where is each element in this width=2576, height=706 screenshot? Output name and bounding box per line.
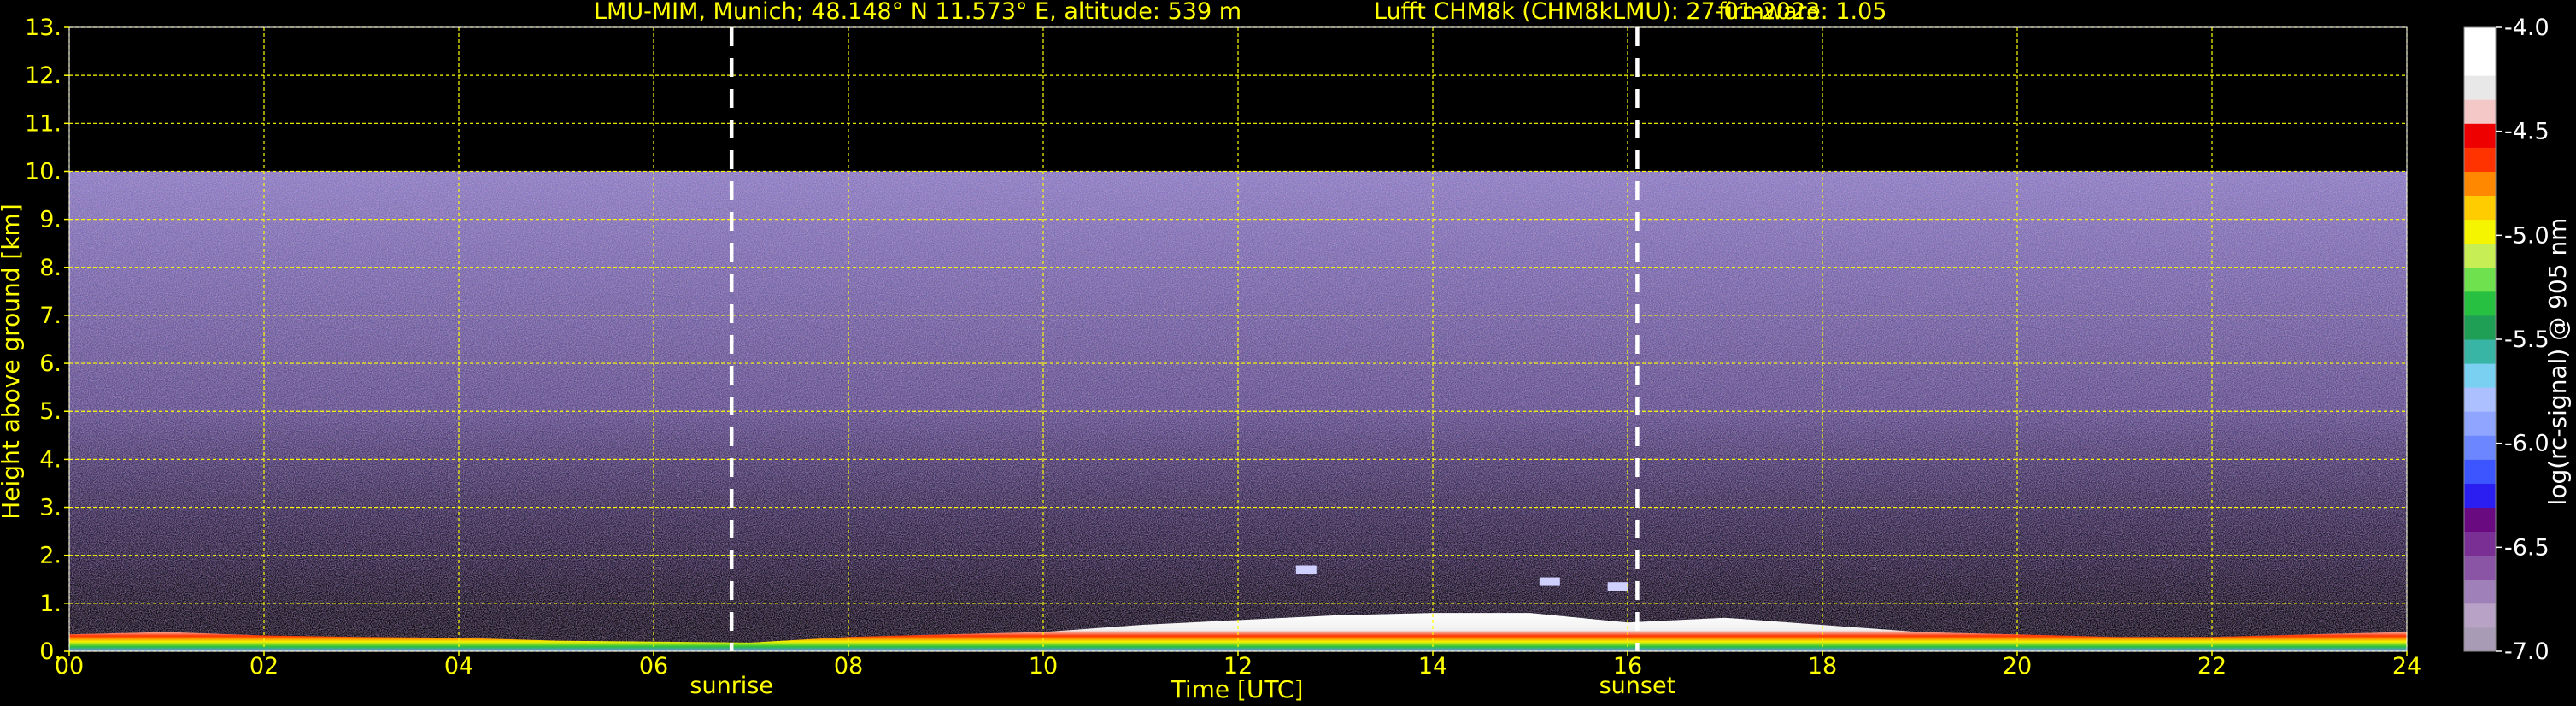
colorbar-tick-label: -4.0	[2504, 15, 2550, 41]
colorbar-segment	[2464, 123, 2496, 148]
colorbar-segment	[2464, 627, 2496, 652]
colorbar-segment	[2464, 171, 2496, 197]
colorbar-tick-label: -5.0	[2504, 222, 2550, 249]
y-tick-label: 7.	[39, 303, 62, 329]
colorbar-segment	[2464, 363, 2496, 388]
colorbar-segment	[2464, 531, 2496, 556]
colorbar-segment	[2464, 51, 2496, 76]
colorbar-segment	[2464, 579, 2496, 604]
elevated-layer	[1539, 577, 1560, 586]
colorbar-tick-label: -7.0	[2504, 638, 2550, 665]
y-tick-label: 1.	[39, 591, 62, 617]
colorbar-segment	[2464, 387, 2496, 412]
y-tick-label: 5.	[39, 398, 62, 425]
y-tick-label: 2.	[39, 543, 62, 569]
colorbar-segment	[2464, 99, 2496, 124]
y-tick-label: 12.	[25, 62, 62, 89]
colorbar-segment	[2464, 339, 2496, 364]
colorbar-segment	[2464, 267, 2496, 292]
x-tick-label: 16	[1613, 653, 1642, 680]
y-tick-label: 8.	[39, 255, 62, 281]
colorbar-segment	[2464, 411, 2496, 436]
elevated-layer	[1295, 565, 1317, 574]
chart-title-site: LMU-MIM, Munich; 48.148° N 11.573° E, al…	[594, 0, 1241, 25]
colorbar-segment	[2464, 603, 2496, 628]
colorbar-segment	[2464, 219, 2496, 244]
y-tick-label: 13.	[25, 15, 62, 41]
x-tick-label: 22	[2198, 653, 2227, 680]
y-tick-label: 4.	[39, 446, 62, 473]
colorbar-tick-label: -6.5	[2504, 534, 2550, 561]
colorbar-label: log(rc-signal) @ 905 nm	[2544, 218, 2572, 506]
x-tick-label: 24	[2392, 653, 2421, 680]
ceilometer-chart: sunrise sunset00 02 04 06 08 10 12 14 16 18 20 22 240…	[0, 0, 2572, 703]
x-tick-label: 20	[2003, 653, 2032, 680]
x-axis-label: Time [UTC]	[1171, 675, 1304, 703]
y-tick-label: 3.	[39, 495, 62, 521]
colorbar-tick-label: -4.5	[2504, 119, 2550, 145]
colorbar-segment	[2464, 75, 2496, 100]
y-tick-label: 0.	[39, 638, 62, 665]
colorbar-segment	[2464, 435, 2496, 460]
x-tick-label: 18	[1808, 653, 1837, 680]
colorbar-segment	[2464, 459, 2496, 484]
x-tick-label: 10	[1029, 653, 1058, 680]
elevated-layer	[1607, 582, 1628, 591]
colorbar-segment	[2464, 147, 2496, 172]
colorbar-segment	[2464, 291, 2496, 316]
y-tick-label: 9.	[39, 207, 62, 233]
x-tick-label: 08	[834, 653, 863, 680]
y-tick-label: 10.	[25, 158, 62, 185]
y-axis-label: Height above ground [km]	[0, 203, 25, 520]
colorbar-tick-label: -5.5	[2504, 327, 2550, 353]
x-tick-label: 02	[249, 653, 279, 680]
x-tick-label: 04	[444, 653, 473, 680]
colorbar-segment	[2464, 27, 2496, 52]
x-tick-label: 06	[639, 653, 668, 680]
colorbar-segment	[2464, 555, 2496, 580]
y-tick-label: 6.	[39, 350, 62, 377]
colorbar-segment	[2464, 315, 2496, 340]
colorbar-segment	[2464, 195, 2496, 221]
plot-area: sunrise sunset00 02 04 06 08 10 12 14 16 18 20 22 240…	[25, 15, 2421, 699]
chart-title-firmware: firmware: 1.05	[1718, 0, 1887, 25]
y-tick-label: 11.	[25, 110, 62, 137]
colorbar: -4.0 -4.5 -5.0 -5.5 -6.0 -6.5 -7.0	[2463, 15, 2550, 665]
colorbar-tick-label: -6.0	[2504, 431, 2550, 457]
colorbar-segment	[2464, 243, 2496, 268]
sunrise-label: sunrise	[689, 673, 773, 699]
colorbar-segment	[2464, 507, 2496, 532]
x-tick-label: 14	[1418, 653, 1447, 680]
colorbar-segment	[2464, 483, 2496, 509]
